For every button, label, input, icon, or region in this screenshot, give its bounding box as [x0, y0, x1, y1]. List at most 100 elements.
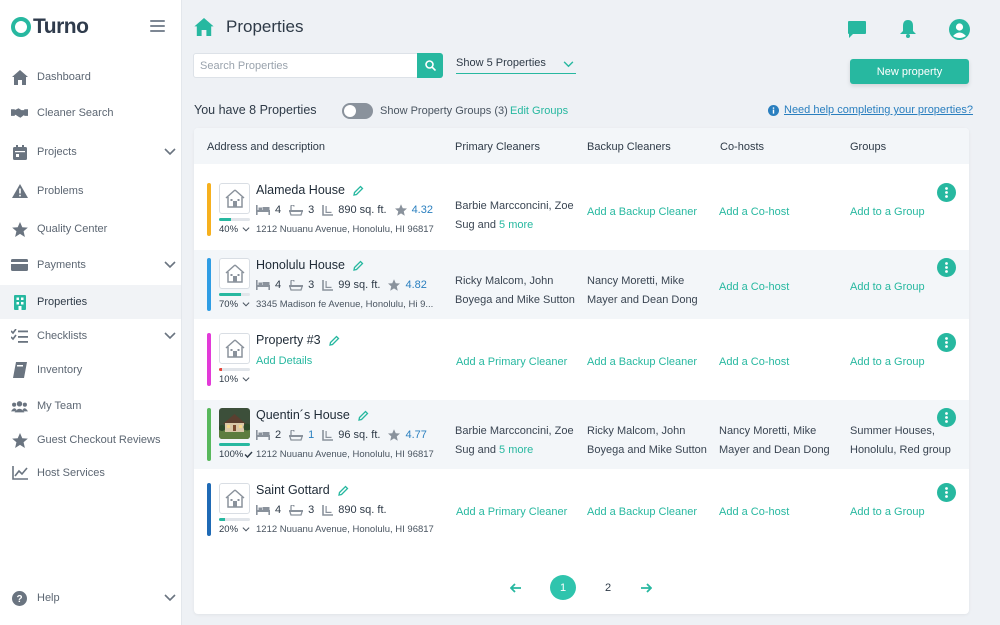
completion-dropdown[interactable]: 70% — [219, 299, 250, 310]
bath-icon — [289, 204, 304, 216]
row-actions-button[interactable] — [937, 333, 956, 352]
add-co-host-link[interactable]: Add a Co-host — [719, 506, 789, 518]
handshake-icon — [11, 105, 28, 122]
add-backup-cleaner-link[interactable]: Add a Backup Cleaner — [587, 206, 697, 218]
rating-value: 4.32 — [411, 204, 433, 216]
sidebar-item-projects[interactable]: Projects — [0, 135, 181, 169]
table-row[interactable]: 40% Alameda House 4 3 890 sq. ft. 4.32 1… — [194, 175, 969, 244]
property-color-bar — [207, 483, 211, 536]
sidebar-item-payments[interactable]: Payments — [0, 248, 181, 282]
add-backup-cleaner-link[interactable]: Add a Backup Cleaner — [587, 506, 697, 518]
property-name[interactable]: Quentin´s House — [256, 408, 350, 422]
add-co-host-link[interactable]: Add a Co-host — [719, 206, 789, 218]
completion-dropdown[interactable]: 20% — [219, 524, 250, 535]
page-2-button[interactable]: 2 — [596, 575, 620, 600]
new-property-button[interactable]: New property — [850, 59, 969, 84]
add-to-group-link[interactable]: Add to a Group — [850, 281, 925, 293]
hamburger-menu-icon[interactable] — [150, 20, 165, 32]
bath-icon — [289, 429, 304, 441]
pencil-edit-icon[interactable] — [353, 185, 364, 196]
table-header: Address and description Primary Cleaners… — [194, 128, 969, 164]
property-stats: 4 3 99 sq. ft. 4.82 — [256, 279, 435, 291]
more-vertical-icon — [945, 262, 948, 273]
table-row[interactable]: 10% Property #3 Add Details Add a Primar… — [194, 325, 969, 394]
more-cleaners-link[interactable]: 5 more — [499, 444, 533, 456]
sidebar-item-my-team[interactable]: My Team — [0, 389, 181, 423]
add-primary-cleaner-link[interactable]: Add a Primary Cleaner — [456, 356, 567, 368]
completion-progress-bar — [219, 443, 250, 446]
property-groups-toggle[interactable] — [342, 103, 373, 119]
sidebar-item-dashboard[interactable]: Dashboard — [0, 60, 181, 94]
add-to-group-link[interactable]: Add to a Group — [850, 506, 925, 518]
add-co-host-link[interactable]: Add a Co-host — [719, 356, 789, 368]
calendar-icon — [11, 144, 28, 161]
property-name[interactable]: Alameda House — [256, 183, 345, 197]
user-avatar-icon[interactable] — [948, 18, 970, 40]
area-icon — [322, 279, 334, 291]
inventory-icon — [11, 362, 28, 379]
sidebar-item-label: Inventory — [37, 364, 83, 376]
add-co-host-link[interactable]: Add a Co-host — [719, 281, 789, 293]
table-row[interactable]: 70% Honolulu House 4 3 99 sq. ft. 4.82 3… — [194, 250, 969, 319]
sidebar-item-problems[interactable]: Problems — [0, 174, 181, 208]
add-primary-cleaner-link[interactable]: Add a Primary Cleaner — [456, 506, 567, 518]
bell-icon[interactable] — [897, 18, 919, 40]
sidebar-item-inventory[interactable]: Inventory — [0, 353, 181, 387]
sidebar-item-guest-checkout-reviews[interactable]: Guest Checkout Reviews — [0, 423, 181, 457]
property-thumbnail — [219, 483, 250, 514]
pencil-edit-icon[interactable] — [353, 260, 364, 271]
completion-dropdown[interactable]: 40% — [219, 224, 250, 235]
bed-count: 4 — [275, 504, 282, 516]
page-1-button[interactable]: 1 — [550, 575, 576, 600]
previous-page-button[interactable] — [506, 575, 526, 600]
bath-icon — [289, 279, 304, 291]
area-icon — [322, 504, 334, 516]
sidebar: Turno Dashboard Cleaner Search Projects … — [0, 0, 182, 625]
bed-count: 4 — [275, 204, 282, 216]
show-properties-select[interactable]: Show 5 Properties — [456, 57, 576, 74]
sidebar-item-label: Help — [37, 592, 60, 604]
property-name[interactable]: Saint Gottard — [256, 483, 330, 497]
page-header: Properties — [194, 17, 303, 37]
row-actions-button[interactable] — [937, 483, 956, 502]
sidebar-item-host-services[interactable]: Host Services — [0, 456, 181, 490]
property-address: 1212 Nuuanu Avenue, Honolulu, HI 96817 — [256, 224, 434, 235]
area-icon — [322, 429, 334, 441]
chevron-down-icon — [242, 527, 250, 532]
sidebar-item-label: Payments — [37, 259, 86, 271]
pencil-edit-icon[interactable] — [357, 410, 369, 421]
search-input[interactable] — [194, 54, 417, 77]
more-vertical-icon — [945, 187, 948, 198]
table-row[interactable]: 20% Saint Gottard 4 3 890 sq. ft. 1212 N… — [194, 475, 969, 544]
arrow-right-icon — [641, 582, 652, 593]
completion-dropdown[interactable]: 10% — [219, 374, 250, 385]
chat-icon[interactable] — [846, 18, 868, 40]
add-backup-cleaner-link[interactable]: Add a Backup Cleaner — [587, 356, 697, 368]
next-page-button[interactable] — [636, 575, 656, 600]
add-to-group-link[interactable]: Add to a Group — [850, 356, 925, 368]
bed-icon — [256, 280, 270, 290]
row-actions-button[interactable] — [937, 258, 956, 277]
backup-cleaners-cell: Ricky Malcom, John Boyega and Mike Sutto… — [587, 425, 707, 456]
sidebar-item-help[interactable]: ? Help — [0, 581, 181, 615]
add-details-link[interactable]: Add Details — [256, 355, 312, 367]
sidebar-item-properties[interactable]: Properties — [0, 285, 181, 319]
help-completing-link[interactable]: Need help completing your properties? — [784, 104, 973, 116]
add-to-group-link[interactable]: Add to a Group — [850, 206, 925, 218]
pencil-edit-icon[interactable] — [337, 485, 349, 496]
completion-progress-bar — [219, 518, 250, 521]
property-name[interactable]: Property #3 — [256, 333, 321, 347]
edit-groups-link[interactable]: Edit Groups — [510, 105, 568, 117]
star-icon — [11, 221, 28, 238]
search-button[interactable] — [417, 53, 443, 78]
more-cleaners-link[interactable]: 5 more — [499, 219, 533, 231]
sidebar-item-cleaner-search[interactable]: Cleaner Search — [0, 96, 181, 130]
property-name[interactable]: Honolulu House — [256, 258, 345, 272]
sidebar-item-checklists[interactable]: Checklists — [0, 319, 181, 353]
turno-logo[interactable]: Turno — [11, 14, 89, 40]
row-actions-button[interactable] — [937, 183, 956, 202]
row-actions-button[interactable] — [937, 408, 956, 427]
sidebar-item-quality-center[interactable]: Quality Center — [0, 212, 181, 246]
table-row[interactable]: 100% Quentin´s House 2 1 96 sq. ft. 4.77… — [194, 400, 969, 469]
pencil-edit-icon[interactable] — [328, 335, 340, 346]
